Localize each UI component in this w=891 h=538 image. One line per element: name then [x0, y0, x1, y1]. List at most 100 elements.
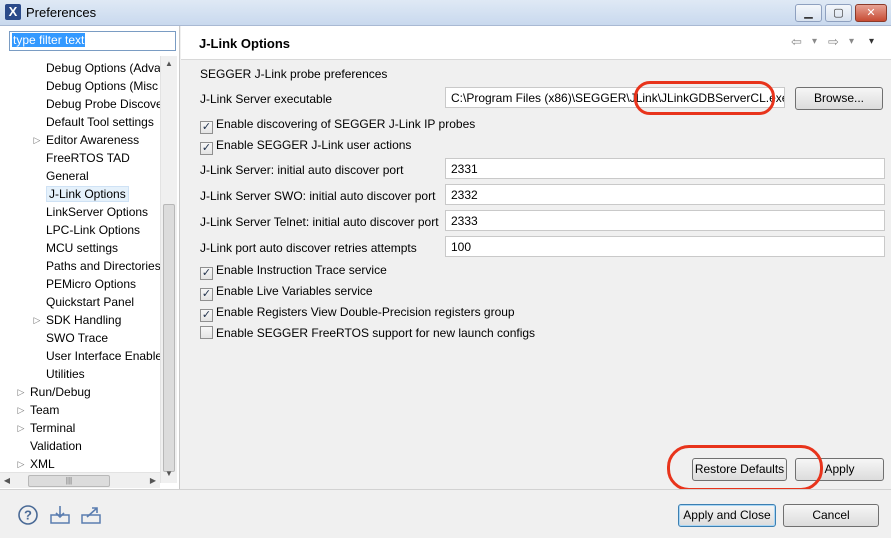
tree-item-label: Debug Options (Misc — [46, 79, 159, 93]
tree-item[interactable]: General — [46, 168, 89, 185]
port-field-input[interactable]: 2333 — [445, 210, 885, 231]
maximize-button[interactable]: ▢ — [825, 4, 852, 22]
checkbox-checked-icon[interactable]: ✓ — [200, 142, 213, 155]
tree-item[interactable]: ▷ Run/Debug — [18, 384, 91, 401]
tree-vertical-scrollbar[interactable]: ▲ ▼ — [160, 56, 177, 483]
port-field-input[interactable]: 2332 — [445, 184, 885, 205]
tree-horizontal-scrollbar[interactable]: ◀ ||| ▶ — [0, 472, 160, 488]
tree-item[interactable]: Debug Options (Adva — [46, 60, 160, 77]
checkbox-label: Enable Instruction Trace service — [216, 263, 387, 277]
checkbox-row[interactable]: ✓ Enable Registers View Double-Precision … — [200, 305, 515, 322]
tree-item-label: J-Link Options — [46, 186, 129, 202]
tree-item-label: MCU settings — [46, 241, 119, 255]
tree-item-label: LPC-Link Options — [46, 223, 141, 237]
browse-button[interactable]: Browse... — [795, 87, 883, 110]
checkbox-row[interactable]: ✓ Enable SEGGER J-Link user actions — [200, 138, 412, 155]
tree-item[interactable]: Utilities — [46, 366, 85, 383]
preference-tree: Debug Options (Adva Debug Options (Misc De… — [0, 56, 160, 481]
tree-item-label: Editor Awareness — [46, 133, 140, 147]
tree-item-label: SWO Trace — [46, 331, 109, 345]
scroll-left-arrow-icon[interactable]: ◀ — [0, 473, 14, 489]
checkbox-checked-icon[interactable]: ✓ — [200, 267, 213, 280]
tree-item[interactable]: Debug Probe Discove — [46, 96, 160, 113]
tree-item[interactable]: Debug Options (Misc — [46, 78, 158, 95]
port-field-input[interactable]: 2331 — [445, 158, 885, 179]
expand-arrow-icon[interactable]: ▷ — [32, 312, 42, 329]
scroll-down-arrow-icon[interactable]: ▼ — [161, 466, 177, 482]
server-exe-field[interactable]: C:\Program Files (x86)\SEGGER\JLink\JLin… — [445, 87, 785, 108]
app-icon: X — [5, 4, 21, 20]
tree-item[interactable]: LPC-Link Options — [46, 222, 140, 239]
checkbox-checked-icon[interactable]: ✓ — [200, 121, 213, 134]
window-title: Preferences — [26, 5, 97, 20]
import-icon[interactable] — [49, 504, 71, 526]
tree-item[interactable]: SWO Trace — [46, 330, 108, 347]
preference-tree-pane: type filter text Debug Options (Adva Debu… — [0, 26, 180, 489]
port-field-label: J-Link Server: initial auto discover por… — [200, 163, 404, 177]
tree-item[interactable]: Default Tool settings — [46, 114, 154, 131]
title-bar: X Preferences ▁ ▢ ✕ — [0, 0, 891, 26]
checkbox-checked-icon[interactable]: ✓ — [200, 309, 213, 322]
tree-item[interactable]: FreeRTOS TAD — [46, 150, 130, 167]
tree-item[interactable]: Validation — [30, 438, 82, 455]
expand-arrow-icon[interactable]: ▷ — [32, 132, 42, 149]
expand-arrow-icon[interactable]: ▷ — [16, 456, 26, 473]
page-title: J-Link Options — [199, 36, 290, 51]
expand-arrow-icon[interactable]: ▷ — [16, 420, 26, 437]
port-field-input[interactable]: 100 — [445, 236, 885, 257]
forward-menu-icon[interactable]: ▾ — [849, 36, 854, 47]
scroll-thumb-horizontal[interactable]: ||| — [28, 475, 110, 487]
minimize-button[interactable]: ▁ — [795, 4, 822, 22]
scroll-thumb[interactable] — [163, 204, 175, 472]
tree-item[interactable]: ▷ Terminal — [18, 420, 76, 437]
expand-arrow-icon[interactable]: ▷ — [16, 384, 26, 401]
tree-item-label: Default Tool settings — [46, 115, 154, 129]
forward-arrow-icon[interactable]: ⇨ — [828, 34, 839, 50]
tree-item[interactable]: ▷ Team — [18, 402, 60, 419]
tree-item-label: Team — [30, 403, 60, 417]
tree-item[interactable]: User Interface Enabler — [46, 348, 160, 365]
tree-item[interactable]: Quickstart Panel — [46, 294, 134, 311]
scroll-up-arrow-icon[interactable]: ▲ — [161, 56, 177, 72]
apply-button[interactable]: Apply — [795, 458, 884, 481]
tree-item[interactable]: ▷ XML — [18, 456, 55, 473]
tree-item-label: Paths and Directories — [46, 259, 160, 273]
tree-item-label: Quickstart Panel — [46, 295, 135, 309]
svg-text:?: ? — [24, 508, 32, 523]
checkbox-row[interactable]: Enable SEGGER FreeRTOS support for new l… — [200, 326, 535, 342]
help-icon[interactable]: ? — [17, 504, 39, 526]
close-button[interactable]: ✕ — [855, 4, 887, 22]
port-field-label: J-Link port auto discover retries attemp… — [200, 241, 417, 255]
tree-item[interactable]: MCU settings — [46, 240, 118, 257]
tree-item[interactable]: ▷ Editor Awareness — [34, 132, 140, 149]
page-content: SEGGER J-Link probe preferences J-Link S… — [181, 61, 891, 491]
section-label: SEGGER J-Link probe preferences — [200, 67, 388, 81]
export-icon[interactable] — [80, 504, 102, 526]
page-header: J-Link Options ⇦ ▾ ⇨ ▾ ▾ — [181, 26, 891, 60]
tree-item[interactable]: Paths and Directories — [46, 258, 160, 275]
view-menu-icon[interactable]: ▾ — [869, 36, 874, 47]
tree-item[interactable]: PEMicro Options — [46, 276, 136, 293]
dialog-button-bar: ? Apply and Close Cancel — [0, 489, 891, 538]
checkbox-unchecked-icon[interactable] — [200, 326, 213, 339]
checkbox-row[interactable]: ✓ Enable Instruction Trace service — [200, 263, 387, 280]
tree-item-label: XML — [30, 457, 55, 471]
tree-item[interactable]: LinkServer Options — [46, 204, 148, 221]
checkbox-row[interactable]: ✓ Enable Live Variables service — [200, 284, 373, 301]
tree-item-label: Run/Debug — [30, 385, 91, 399]
scroll-right-arrow-icon[interactable]: ▶ — [146, 473, 160, 489]
apply-and-close-button[interactable]: Apply and Close — [678, 504, 776, 527]
restore-defaults-button[interactable]: Restore Defaults — [692, 458, 787, 481]
checkbox-label: Enable SEGGER J-Link user actions — [216, 138, 412, 152]
back-arrow-icon[interactable]: ⇦ — [791, 34, 802, 50]
tree-item[interactable]: J-Link Options — [46, 186, 129, 203]
checkbox-label: Enable SEGGER FreeRTOS support for new l… — [216, 326, 536, 340]
tree-item[interactable]: ▷ SDK Handling — [34, 312, 122, 329]
expand-arrow-icon[interactable]: ▷ — [16, 402, 26, 419]
checkbox-row[interactable]: ✓ Enable discovering of SEGGER J-Link IP … — [200, 117, 475, 134]
cancel-button[interactable]: Cancel — [783, 504, 879, 527]
checkbox-checked-icon[interactable]: ✓ — [200, 288, 213, 301]
tree-item-label: FreeRTOS TAD — [46, 151, 130, 165]
back-menu-icon[interactable]: ▾ — [812, 36, 817, 47]
filter-input[interactable]: type filter text — [9, 31, 176, 51]
